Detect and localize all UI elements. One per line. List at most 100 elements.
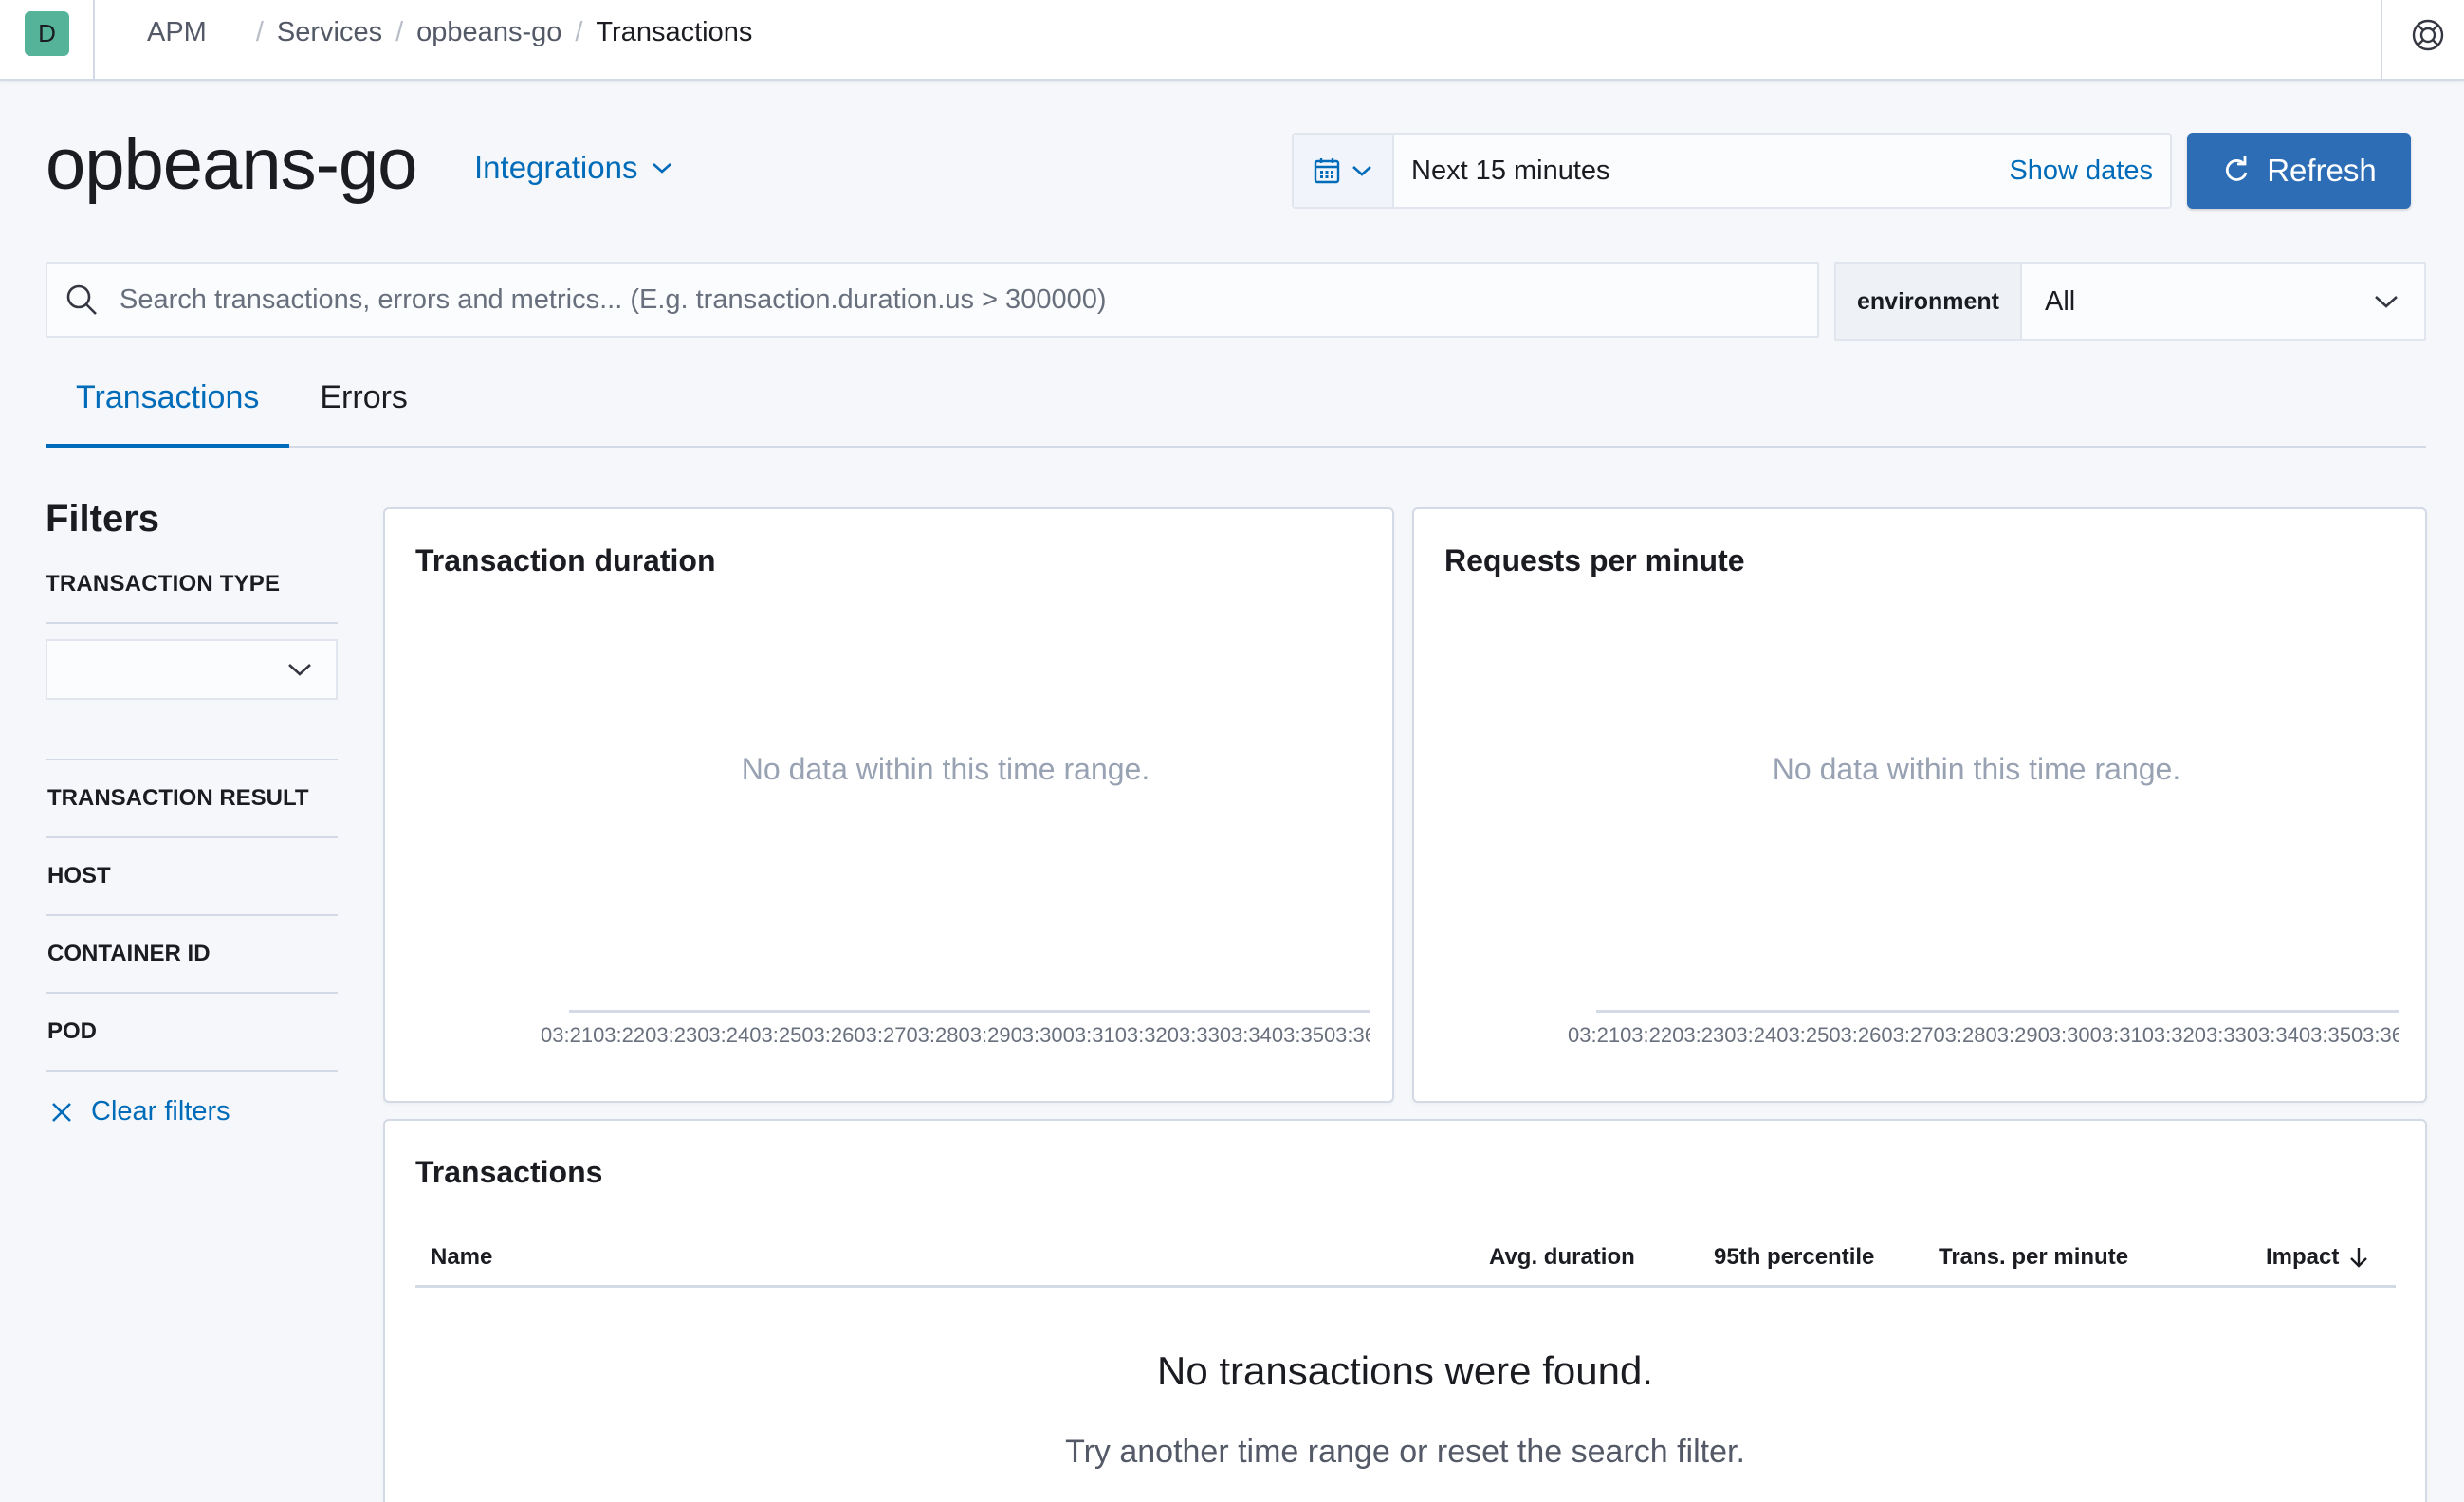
transactions-table-title: Transactions [415, 1155, 603, 1189]
breadcrumb-separator: / [575, 17, 583, 47]
x-axis-line [1596, 1010, 2399, 1013]
x-tick-label: 03:23 [1672, 1023, 1725, 1047]
x-tick-label: 03:35 [1271, 1023, 1324, 1047]
search-icon [66, 284, 97, 315]
empty-state-title: No transactions were found. [1157, 1348, 1653, 1393]
x-tick-label: 03:25 [749, 1023, 802, 1047]
filter-host[interactable]: HOST [46, 838, 338, 916]
search-bar [46, 262, 1819, 338]
transaction-type-select[interactable] [46, 639, 338, 700]
environment-label: environment [1836, 264, 2022, 339]
requests-per-minute-panel: Requests per minute No data within this … [1412, 507, 2427, 1103]
no-data-message: No data within this time range. [1772, 752, 2181, 786]
table-header: Name Avg. duration 95th percentile Trans… [415, 1223, 2396, 1288]
close-icon [52, 1102, 71, 1122]
x-tick-label: 03:22 [593, 1023, 646, 1047]
no-data-message: No data within this time range. [741, 752, 1150, 786]
quick-select-button[interactable] [1294, 135, 1394, 207]
calendar-icon [1314, 158, 1340, 184]
refresh-label: Refresh [2267, 153, 2377, 188]
column-95th-percentile[interactable]: 95th percentile [1714, 1244, 1874, 1271]
filter-pod[interactable]: POD [46, 994, 338, 1072]
x-tick-label: 03:26 [801, 1023, 855, 1047]
chevron-down-icon [2375, 296, 2398, 308]
x-tick-label: 03:36 [2350, 1023, 2399, 1047]
x-tick-label: 03:27 [1881, 1023, 1934, 1047]
x-tick-label: 03:27 [854, 1023, 907, 1047]
transactions-table-panel: Transactions Name Avg. duration 95th per… [383, 1119, 2427, 1502]
column-name[interactable]: Name [431, 1244, 492, 1271]
filter-container-id[interactable]: CONTAINER ID [46, 916, 338, 994]
x-tick-label: 03:24 [1724, 1023, 1777, 1047]
clear-filters-label: Clear filters [91, 1096, 230, 1126]
column-impact[interactable]: Impact [2266, 1244, 2369, 1271]
x-tick-label: 03:30 [1010, 1023, 1063, 1047]
filter-transaction-result[interactable]: TRANSACTION RESULT [46, 760, 338, 838]
column-impact-label: Impact [2266, 1244, 2340, 1270]
show-dates-link[interactable]: Show dates [2009, 156, 2170, 187]
breadcrumb-apm[interactable]: APM [147, 17, 207, 48]
search-input[interactable] [120, 284, 1808, 316]
filters-sidebar: Filters TRANSACTION TYPE TRANSACTION RES… [46, 498, 338, 1127]
header-divider [2381, 0, 2382, 80]
x-tick-label: 03:28 [1933, 1023, 1986, 1047]
tab-errors[interactable]: Errors [289, 360, 438, 448]
x-tick-label: 03:28 [906, 1023, 959, 1047]
space-avatar[interactable]: D [25, 11, 69, 56]
x-tick-label: 03:21 [541, 1023, 594, 1047]
x-tick-label: 03:32 [1114, 1023, 1168, 1047]
environment-select[interactable]: environment All [1834, 262, 2426, 341]
environment-value: All [2045, 285, 2076, 317]
x-tick-label: 03:35 [2298, 1023, 2351, 1047]
column-avg-duration[interactable]: Avg. duration [1489, 1244, 1635, 1271]
transaction-type-label: TRANSACTION TYPE [46, 571, 338, 624]
x-axis-line [569, 1010, 1370, 1013]
clear-filters-button[interactable]: Clear filters [46, 1096, 338, 1127]
x-tick-label: 03:33 [2194, 1023, 2247, 1047]
x-tick-label: 03:23 [645, 1023, 698, 1047]
help-lifebuoy-icon[interactable] [2410, 17, 2446, 53]
x-tick-label: 03:33 [1167, 1023, 1220, 1047]
x-axis-ticks: 03:21 03:22 03:23 03:24 03:25 03:26 03:27 03:28… [1568, 1023, 2399, 1048]
x-tick-label: 03:32 [2142, 1023, 2195, 1047]
x-tick-label: 03:34 [2246, 1023, 2299, 1047]
x-tick-label: 03:24 [697, 1023, 750, 1047]
breadcrumb-current: Transactions [596, 17, 753, 47]
sort-arrow-down-icon [2350, 1248, 2368, 1268]
breadcrumb-separator: / [255, 17, 264, 47]
chevron-down-icon [653, 163, 672, 174]
x-tick-label: 03:26 [1829, 1023, 1882, 1047]
date-range-label[interactable]: Next 15 minutes [1394, 156, 2009, 187]
chevron-down-icon [1352, 166, 1371, 176]
date-picker: Next 15 minutes Show dates [1292, 133, 2172, 209]
filter-groups: TRANSACTION RESULT HOST CONTAINER ID POD [46, 759, 338, 1072]
x-tick-label: 03:25 [1776, 1023, 1830, 1047]
x-tick-label: 03:29 [958, 1023, 1011, 1047]
header-divider [93, 0, 95, 80]
tab-transactions[interactable]: Transactions [46, 360, 290, 448]
column-trans-per-minute[interactable]: Trans. per minute [1939, 1244, 2128, 1271]
transaction-duration-panel: Transaction duration No data within this… [383, 507, 1394, 1103]
refresh-button[interactable]: Refresh [2187, 133, 2411, 209]
x-tick-label: 03:21 [1568, 1023, 1621, 1047]
x-tick-label: 03:36 [1323, 1023, 1370, 1047]
breadcrumb-separator: / [395, 17, 404, 47]
chevron-down-icon [288, 664, 311, 676]
refresh-icon [2226, 156, 2248, 181]
x-axis-ticks: 03:21 03:22 03:23 03:24 03:25 03:26 03:27 03:28… [541, 1023, 1370, 1048]
x-tick-label: 03:31 [1062, 1023, 1115, 1047]
filters-title: Filters [46, 498, 160, 540]
x-tick-label: 03:22 [1620, 1023, 1673, 1047]
x-tick-label: 03:34 [1219, 1023, 1272, 1047]
empty-state-subtitle: Try another time range or reset the sear… [1065, 1434, 1745, 1470]
tab-bar: Transactions Errors [46, 360, 2426, 448]
breadcrumb: APM / Services / opbeans-go / Transactio… [147, 17, 752, 48]
x-tick-label: 03:31 [2089, 1023, 2142, 1047]
integrations-label: Integrations [474, 150, 638, 185]
x-tick-label: 03:29 [1985, 1023, 2038, 1047]
breadcrumb-services[interactable]: Services [277, 17, 382, 48]
breadcrumb-service[interactable]: opbeans-go [416, 17, 561, 48]
page-title: opbeans-go [46, 124, 417, 205]
requests-per-minute-title: Requests per minute [1444, 543, 1745, 577]
integrations-menu-button[interactable]: Integrations [474, 150, 673, 186]
